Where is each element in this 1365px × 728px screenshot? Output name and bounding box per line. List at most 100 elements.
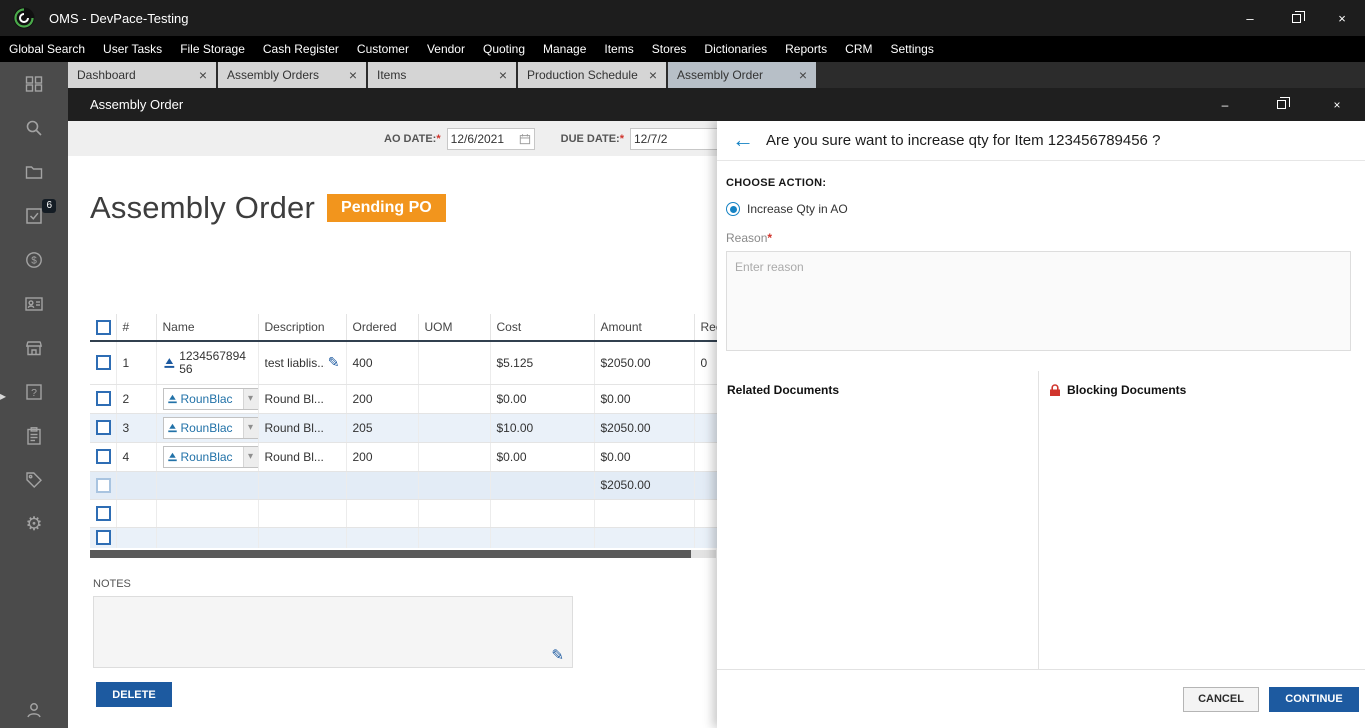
row-checkbox[interactable] <box>96 391 111 407</box>
tab-production-schedule[interactable]: Production Schedule × <box>518 62 666 88</box>
item-select-combobox[interactable]: RounBlac ▾ <box>162 445 257 468</box>
sidebar-item-settings[interactable]: ⚙ <box>0 502 68 546</box>
scrollbar-thumb[interactable] <box>90 550 691 558</box>
sidebar-item-tasks[interactable]: 6 <box>0 194 68 238</box>
chevron-down-icon[interactable]: ▾ <box>242 388 257 409</box>
radio-selected-icon[interactable] <box>726 202 740 216</box>
cell-cost[interactable]: $0.00 <box>490 384 595 414</box>
menu-item-vendor[interactable]: Vendor <box>418 36 474 62</box>
horizontal-scrollbar[interactable] <box>90 550 716 558</box>
tab-assembly-orders[interactable]: Assembly Orders × <box>218 62 366 88</box>
item-name-link[interactable]: 123456789456 <box>179 349 251 376</box>
row-checkbox[interactable] <box>96 355 111 371</box>
inner-close-button[interactable]: × <box>1309 88 1365 121</box>
documents-section: Related Documents Blocking Documents <box>717 371 1365 670</box>
column-header-description[interactable]: Description <box>258 314 347 342</box>
due-date-field[interactable] <box>630 127 718 150</box>
cell-cost[interactable]: $10.00 <box>490 413 595 443</box>
tab-dashboard[interactable]: Dashboard × <box>68 62 216 88</box>
sidebar-item-money[interactable]: $ <box>0 238 68 282</box>
table-row: 1 123456789456 test liablis... ✎ 400 $5.1… <box>90 341 718 385</box>
menu-item-items[interactable]: Items <box>595 36 642 62</box>
menu-item-stores[interactable]: Stores <box>643 36 696 62</box>
tab-close-icon[interactable]: × <box>343 67 357 83</box>
cell-ordered[interactable]: 200 <box>346 442 419 472</box>
item-select-combobox[interactable]: RounBlac ▾ <box>162 387 257 410</box>
cell-received <box>694 413 718 443</box>
sidebar-item-user[interactable] <box>0 700 68 720</box>
chevron-down-icon[interactable]: ▾ <box>242 417 257 438</box>
inner-restore-button[interactable] <box>1253 88 1309 121</box>
cell-amount: $2050.00 <box>594 341 695 385</box>
back-arrow-icon[interactable]: ← <box>732 128 754 150</box>
row-checkbox[interactable] <box>96 530 111 546</box>
cell-cost[interactable]: $5.125 <box>490 341 595 385</box>
menu-item-customer[interactable]: Customer <box>348 36 418 62</box>
row-checkbox[interactable] <box>96 477 111 493</box>
delete-button[interactable]: DELETE <box>96 682 172 707</box>
edit-description-icon[interactable]: ✎ <box>328 354 340 371</box>
select-all-checkbox[interactable] <box>96 319 111 335</box>
continue-button[interactable]: CONTINUE <box>1269 686 1359 712</box>
cell-ordered[interactable]: 200 <box>346 384 419 414</box>
menu-item-quoting[interactable]: Quoting <box>474 36 534 62</box>
notes-field[interactable]: ✎ <box>93 596 573 668</box>
column-header-name[interactable]: Name <box>156 314 259 342</box>
menu-item-file-storage[interactable]: File Storage <box>171 36 254 62</box>
cell-uom[interactable] <box>418 442 491 472</box>
tab-close-icon[interactable]: × <box>793 67 807 83</box>
cancel-button[interactable]: CANCEL <box>1183 686 1259 712</box>
inner-restore-icon <box>1276 97 1290 109</box>
menu-item-reports[interactable]: Reports <box>776 36 836 62</box>
item-select-combobox[interactable]: RounBlac ▾ <box>162 416 257 439</box>
reason-textarea[interactable] <box>726 251 1351 351</box>
tab-close-icon[interactable]: × <box>643 67 657 83</box>
chevron-down-icon[interactable]: ▾ <box>242 446 257 467</box>
due-date-input[interactable] <box>634 131 714 146</box>
cell-uom[interactable] <box>418 341 491 385</box>
menu-item-global-search[interactable]: Global Search <box>0 36 94 62</box>
sidebar-item-tags[interactable] <box>0 458 68 502</box>
cell-ordered[interactable]: 400 <box>346 341 419 385</box>
column-header-amount[interactable]: Amount <box>594 314 695 342</box>
row-checkbox[interactable] <box>96 449 111 465</box>
menu-item-cash-register[interactable]: Cash Register <box>254 36 348 62</box>
sidebar-item-search[interactable] <box>0 106 68 150</box>
menu-item-settings[interactable]: Settings <box>881 36 942 62</box>
edit-notes-icon[interactable]: ✎ <box>551 646 564 664</box>
menu-item-dictionaries[interactable]: Dictionaries <box>695 36 776 62</box>
cell-uom[interactable] <box>418 384 491 414</box>
tab-items[interactable]: Items × <box>368 62 516 88</box>
menu-item-manage[interactable]: Manage <box>534 36 595 62</box>
sidebar-item-stores[interactable] <box>0 326 68 370</box>
menu-item-user-tasks[interactable]: User Tasks <box>94 36 171 62</box>
sidebar-item-orders[interactable] <box>0 414 68 458</box>
sidebar-item-help[interactable]: ? <box>0 370 68 414</box>
row-checkbox[interactable] <box>96 505 111 521</box>
sidebar-item-files[interactable] <box>0 150 68 194</box>
column-header-ordered[interactable]: Ordered <box>346 314 419 342</box>
cell-cost[interactable]: $0.00 <box>490 442 595 472</box>
column-header-uom[interactable]: UOM <box>418 314 491 342</box>
tab-close-icon[interactable]: × <box>493 67 507 83</box>
tab-assembly-order[interactable]: Assembly Order × <box>668 62 816 88</box>
ao-date-field[interactable] <box>446 127 535 150</box>
sidebar-item-dashboard[interactable] <box>0 62 68 106</box>
close-button[interactable]: × <box>1319 0 1365 36</box>
ao-date-input[interactable] <box>450 131 519 146</box>
restore-button[interactable] <box>1273 0 1319 36</box>
inner-minimize-button[interactable]: – <box>1197 88 1253 121</box>
minimize-button[interactable]: – <box>1227 0 1273 36</box>
calendar-icon[interactable] <box>519 132 531 146</box>
cell-uom[interactable] <box>418 413 491 443</box>
column-header-num[interactable]: # <box>116 314 157 342</box>
tab-close-icon[interactable]: × <box>193 67 207 83</box>
cell-ordered[interactable]: 205 <box>346 413 419 443</box>
column-header-cost[interactable]: Cost <box>490 314 595 342</box>
row-checkbox[interactable] <box>96 420 111 436</box>
column-header-received[interactable]: Rec <box>694 314 718 342</box>
increase-qty-radio-option[interactable]: Increase Qty in AO <box>726 202 1351 216</box>
sidebar-item-contacts[interactable] <box>0 282 68 326</box>
sidebar-expander-icon[interactable]: ▸ <box>0 390 6 402</box>
menu-item-crm[interactable]: CRM <box>836 36 881 62</box>
